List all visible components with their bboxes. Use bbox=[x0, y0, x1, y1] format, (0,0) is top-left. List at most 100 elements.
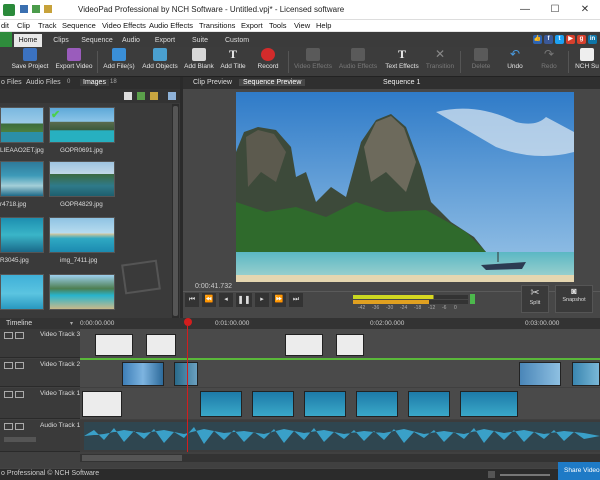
tab-images[interactable]: Images bbox=[80, 79, 109, 86]
tab-audio-files[interactable]: Audio Files bbox=[26, 79, 61, 86]
track-lock-icon[interactable] bbox=[4, 332, 13, 339]
menu-clip[interactable]: Clip bbox=[17, 21, 30, 30]
close-icon[interactable]: ✕ bbox=[570, 0, 600, 20]
panel-divider[interactable] bbox=[180, 77, 183, 318]
track-visibility-icon[interactable] bbox=[15, 332, 24, 339]
timeline-scrollbar[interactable] bbox=[80, 454, 600, 462]
maximize-icon[interactable]: ☐ bbox=[540, 0, 570, 20]
video-clip[interactable] bbox=[408, 391, 450, 417]
tab-export[interactable]: Export bbox=[152, 34, 178, 47]
blank-clip[interactable] bbox=[336, 334, 364, 356]
go-to-start-icon[interactable]: ⏮ bbox=[185, 293, 199, 307]
export-video-button[interactable]: Export Video bbox=[54, 48, 94, 70]
text-effects-button[interactable]: T Text Effects bbox=[382, 48, 422, 71]
step-back-icon[interactable]: ◂ bbox=[219, 293, 233, 307]
tab-audio[interactable]: Audio bbox=[118, 34, 144, 47]
app-menu-button[interactable] bbox=[0, 32, 12, 47]
add-title-button[interactable]: T Add Title bbox=[218, 48, 248, 71]
google-plus-icon[interactable]: g bbox=[577, 35, 586, 44]
menu-transitions[interactable]: Transitions bbox=[199, 21, 235, 30]
audio-waveform[interactable] bbox=[84, 422, 600, 450]
tab-clips[interactable]: Clips bbox=[48, 34, 74, 47]
tab-video-files[interactable]: o Files bbox=[1, 79, 22, 86]
go-to-end-icon[interactable]: ⏭ bbox=[289, 293, 303, 307]
youtube-icon[interactable]: ▶ bbox=[566, 35, 575, 44]
quick-open-icon[interactable] bbox=[44, 5, 52, 13]
add-blank-button[interactable]: Add Blank bbox=[182, 48, 216, 70]
image-thumbnail[interactable] bbox=[0, 274, 44, 310]
scrollbar-thumb[interactable] bbox=[82, 455, 182, 461]
video-effects-button[interactable]: Video Effects bbox=[292, 48, 334, 70]
video-clip[interactable] bbox=[252, 391, 294, 417]
thumbs-up-icon[interactable]: 👍 bbox=[533, 35, 542, 44]
linkedin-icon[interactable]: in bbox=[588, 35, 597, 44]
audio-effects-button[interactable]: Audio Effects bbox=[337, 48, 379, 70]
menu-sequence[interactable]: Sequence bbox=[62, 21, 96, 30]
step-forward-icon[interactable]: ▸ bbox=[255, 293, 269, 307]
tab-clip-preview[interactable]: Clip Preview bbox=[193, 79, 232, 86]
tab-sequence-preview[interactable]: Sequence Preview bbox=[239, 79, 306, 86]
quick-save-icon[interactable] bbox=[20, 5, 28, 13]
track-lock-icon[interactable] bbox=[4, 423, 13, 430]
bin-options-icon[interactable] bbox=[168, 92, 176, 100]
blank-clip[interactable] bbox=[82, 391, 122, 417]
bin-add-icon[interactable] bbox=[137, 92, 145, 100]
tab-custom[interactable]: Custom bbox=[222, 34, 252, 47]
rewind-icon[interactable]: ⏪ bbox=[202, 293, 216, 307]
menu-tools[interactable]: Tools bbox=[269, 21, 287, 30]
volume-slider[interactable] bbox=[4, 437, 36, 442]
minimize-icon[interactable]: — bbox=[510, 0, 540, 20]
tab-suite[interactable]: Suite bbox=[188, 34, 212, 47]
add-files-button[interactable]: Add File(s) bbox=[100, 48, 138, 70]
image-thumbnail[interactable] bbox=[49, 161, 115, 197]
folder-icon[interactable] bbox=[150, 92, 158, 100]
tab-home[interactable]: Home bbox=[14, 34, 42, 47]
image-thumbnail[interactable] bbox=[49, 274, 115, 310]
split-button[interactable]: ✂ Split bbox=[521, 285, 549, 313]
video-clip[interactable] bbox=[519, 362, 561, 386]
menu-edit[interactable]: dit bbox=[1, 21, 9, 30]
timeline-dropdown-icon[interactable]: ▾ bbox=[70, 320, 73, 327]
video-clip[interactable] bbox=[200, 391, 242, 417]
nch-suite-button[interactable]: NCH Su bbox=[574, 48, 600, 70]
zoom-slider[interactable] bbox=[500, 474, 550, 476]
add-objects-button[interactable]: Add Objects bbox=[140, 48, 180, 70]
tab-sequence[interactable]: Sequence bbox=[80, 34, 114, 47]
track-lock-icon[interactable] bbox=[4, 362, 13, 369]
image-thumbnail[interactable] bbox=[0, 217, 44, 253]
zoom-out-icon[interactable] bbox=[488, 471, 495, 478]
quick-new-icon[interactable] bbox=[32, 5, 40, 13]
track-mute-icon[interactable] bbox=[15, 423, 24, 430]
image-thumbnail[interactable] bbox=[49, 217, 115, 253]
record-button[interactable]: Record bbox=[254, 48, 282, 70]
video-clip[interactable] bbox=[304, 391, 346, 417]
image-thumbnail[interactable] bbox=[0, 107, 44, 143]
menu-track[interactable]: Track bbox=[38, 21, 56, 30]
twitter-icon[interactable]: t bbox=[555, 35, 564, 44]
menu-export[interactable]: Export bbox=[241, 21, 263, 30]
blank-clip[interactable] bbox=[146, 334, 176, 356]
pause-icon[interactable]: ❚❚ bbox=[236, 293, 252, 307]
video-clip[interactable] bbox=[460, 391, 518, 417]
snapshot-button[interactable]: ◙ Snapshot bbox=[555, 285, 593, 313]
video-clip[interactable] bbox=[122, 362, 164, 386]
bin-scrollbar[interactable] bbox=[172, 104, 179, 319]
track-visibility-icon[interactable] bbox=[15, 362, 24, 369]
video-clip[interactable] bbox=[572, 362, 600, 386]
video-preview[interactable] bbox=[236, 92, 574, 282]
menu-video-effects[interactable]: Video Effects bbox=[102, 21, 146, 30]
blank-clip[interactable] bbox=[95, 334, 133, 356]
playhead-handle[interactable] bbox=[184, 318, 192, 326]
delete-button[interactable]: Delete bbox=[468, 48, 494, 70]
fast-forward-icon[interactable]: ⏩ bbox=[272, 293, 286, 307]
blank-clip[interactable] bbox=[285, 334, 323, 356]
redo-button[interactable]: ↷ Redo bbox=[538, 48, 560, 71]
image-thumbnail[interactable] bbox=[0, 161, 44, 197]
menu-audio-effects[interactable]: Audio Effects bbox=[149, 21, 193, 30]
track-visibility-icon[interactable] bbox=[15, 391, 24, 398]
image-thumbnail[interactable]: ✔ bbox=[49, 107, 115, 143]
menu-help[interactable]: Help bbox=[316, 21, 331, 30]
track-lock-icon[interactable] bbox=[4, 391, 13, 398]
transition-button[interactable]: ✕ Transition bbox=[424, 48, 456, 71]
video-clip[interactable] bbox=[356, 391, 398, 417]
